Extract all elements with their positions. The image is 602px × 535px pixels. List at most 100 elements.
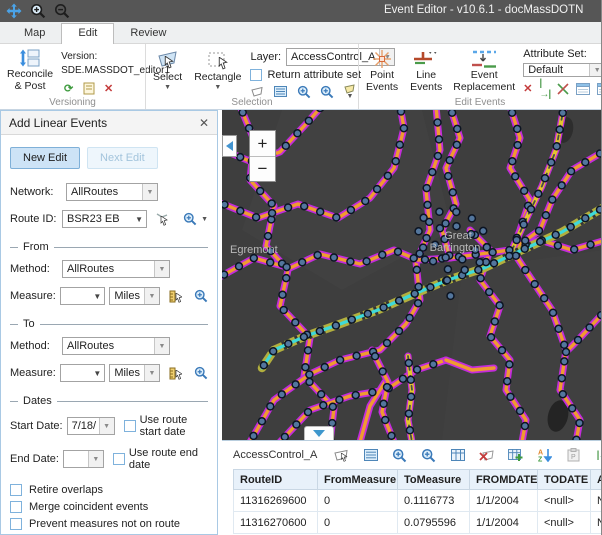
col-todate[interactable]: TODATE — [538, 470, 591, 490]
rectangle-button[interactable]: Rectangle ▼ — [191, 47, 244, 96]
pan-to-selection-icon[interactable] — [420, 447, 437, 464]
from-measure-combo-arrow[interactable]: ▼ — [90, 292, 104, 301]
tab-review[interactable]: Review — [114, 24, 182, 43]
line-events-button[interactable]: Line Events — [407, 47, 445, 96]
attribute-set-combo-arrow[interactable]: ▼ — [589, 64, 601, 76]
start-date-combo[interactable]: 7/18/ ▼ — [67, 417, 115, 435]
cell-todate[interactable]: <null> — [538, 512, 591, 534]
to-method-value: AllRoutes — [63, 340, 154, 352]
map-zoom-out-button[interactable]: − — [250, 156, 275, 181]
event-replacement-button[interactable]: Event Replacement — [451, 47, 517, 96]
collapse-panel-button[interactable] — [222, 135, 237, 157]
cell-tomeasure[interactable]: 0.0795596 — [398, 512, 470, 534]
snap-event-icon[interactable] — [557, 81, 569, 96]
select-dropdown-arrow[interactable]: ▼ — [164, 85, 171, 90]
from-ruler-icon[interactable] — [168, 289, 182, 304]
reconcile-post-button[interactable]: Reconcile & Post — [4, 47, 56, 96]
pan-icon[interactable] — [6, 3, 22, 19]
table-row[interactable]: 11316270600 0 0.0795596 1/1/2004 <null> … — [234, 512, 602, 534]
ribbon-section-edit-events: Point Events Line Events — [358, 44, 601, 109]
from-method-combo-arrow[interactable]: ▼ — [154, 261, 169, 277]
clear-selection-icon[interactable] — [478, 447, 495, 464]
tab-map[interactable]: Map — [8, 24, 61, 43]
from-zoom-icon[interactable] — [194, 289, 208, 304]
map-view[interactable]: Egremont Great Barrington + − — [222, 110, 601, 440]
point-events-button[interactable]: Point Events — [363, 47, 401, 96]
attribute-list-icon[interactable] — [362, 447, 379, 464]
new-edit-button[interactable]: New Edit — [10, 147, 80, 169]
split-event-icon[interactable]: ✕ — [523, 81, 532, 96]
cell-frommeasure[interactable]: 0 — [318, 512, 398, 534]
new-version-icon[interactable] — [81, 81, 96, 96]
collapse-table-button[interactable] — [304, 426, 334, 440]
field-calculator-icon[interactable] — [449, 447, 466, 464]
start-date-combo-arrow[interactable]: ▼ — [99, 418, 114, 434]
measure-icon[interactable]: |→| — [594, 447, 601, 464]
measure-event-icon[interactable]: |→| — [539, 81, 550, 96]
add-record-icon[interactable] — [507, 447, 524, 464]
from-units-combo[interactable]: Miles ▼ — [109, 287, 160, 305]
zoom-out-icon[interactable] — [54, 3, 70, 19]
rectangle-tool-icon — [206, 49, 230, 71]
panel-1-icon[interactable] — [576, 81, 590, 96]
col-fromdate[interactable]: FROMDATE — [470, 470, 538, 490]
next-edit-button[interactable]: Next Edit — [87, 147, 158, 169]
map-zoom-in-button[interactable]: + — [250, 131, 275, 156]
col-tomeasure[interactable]: ToMeasure — [398, 470, 470, 490]
cell-fromdate[interactable]: 1/1/2004 — [470, 490, 538, 512]
use-route-start-checkbox[interactable] — [124, 420, 136, 432]
from-measure-combo[interactable]: ▼ — [60, 287, 105, 305]
zoom-in-icon[interactable] — [30, 3, 46, 19]
to-units-combo-arrow[interactable]: ▼ — [144, 365, 159, 381]
refresh-version-icon[interactable]: ⟳ — [61, 81, 76, 96]
route-zoom-icon[interactable] — [183, 212, 197, 227]
network-combo[interactable]: AllRoutes ▼ — [66, 183, 158, 201]
panel-close-icon[interactable]: ✕ — [199, 116, 209, 130]
network-combo-arrow[interactable]: ▼ — [142, 184, 157, 200]
retire-overlaps-checkbox[interactable] — [10, 484, 22, 496]
map-label-barrington: Barrington — [430, 242, 481, 254]
reconcile-post-label: Reconcile & Post — [7, 69, 53, 93]
to-zoom-icon[interactable] — [194, 366, 208, 381]
cell-tomeasure[interactable]: 0.1116773 — [398, 490, 470, 512]
route-id-combo[interactable]: BSR23 EB ▼ — [62, 210, 147, 228]
select-features-icon[interactable] — [333, 447, 350, 464]
end-date-combo-arrow[interactable]: ▼ — [88, 451, 103, 467]
paste-attributes-icon[interactable]: P — [565, 447, 582, 464]
to-method-combo[interactable]: AllRoutes ▼ — [62, 337, 170, 355]
tab-edit[interactable]: Edit — [61, 23, 114, 44]
zoom-to-selection-icon[interactable] — [391, 447, 408, 464]
cell-frommeasure[interactable]: 0 — [318, 490, 398, 512]
sort-icon[interactable]: A Z — [536, 447, 553, 464]
rectangle-dropdown-arrow[interactable]: ▼ — [214, 85, 221, 90]
to-units-combo[interactable]: Miles ▼ — [109, 364, 160, 382]
panel-2-icon[interactable] — [597, 81, 601, 96]
col-frommeasure[interactable]: FromMeasure — [318, 470, 398, 490]
cell-ac[interactable]: N — [591, 490, 602, 512]
col-routeid[interactable]: RouteID — [234, 470, 318, 490]
cell-routeid[interactable]: 11316269600 — [234, 490, 318, 512]
use-route-end-checkbox[interactable] — [113, 453, 125, 465]
prevent-measures-checkbox[interactable] — [10, 518, 22, 530]
cell-routeid[interactable]: 11316270600 — [234, 512, 318, 534]
to-measure-combo-arrow[interactable]: ▼ — [90, 369, 104, 378]
from-method-combo[interactable]: AllRoutes ▼ — [62, 260, 170, 278]
end-date-combo[interactable]: ▼ — [63, 450, 104, 468]
cell-todate[interactable]: <null> — [538, 490, 591, 512]
to-measure-combo[interactable]: ▼ — [60, 364, 105, 382]
merge-coincident-checkbox[interactable] — [10, 501, 22, 513]
select-button[interactable]: Select ▼ — [150, 47, 185, 96]
select-route-icon[interactable] — [155, 212, 169, 227]
to-method-combo-arrow[interactable]: ▼ — [154, 338, 169, 354]
attribute-set-combo[interactable]: Default ▼ — [523, 63, 601, 77]
to-ruler-icon[interactable] — [168, 366, 182, 381]
from-units-combo-arrow[interactable]: ▼ — [144, 288, 159, 304]
col-ac[interactable]: AC — [591, 470, 602, 490]
delete-version-icon[interactable]: ✕ — [101, 81, 116, 96]
table-row[interactable]: 11316269600 0 0.1116773 1/1/2004 <null> … — [234, 490, 602, 512]
route-zoom-dropdown-arrow[interactable]: ▼ — [201, 217, 208, 222]
route-id-combo-arrow[interactable]: ▼ — [132, 215, 146, 224]
cell-ac[interactable]: N — [591, 512, 602, 534]
return-attribute-checkbox[interactable] — [250, 69, 262, 81]
cell-fromdate[interactable]: 1/1/2004 — [470, 512, 538, 534]
